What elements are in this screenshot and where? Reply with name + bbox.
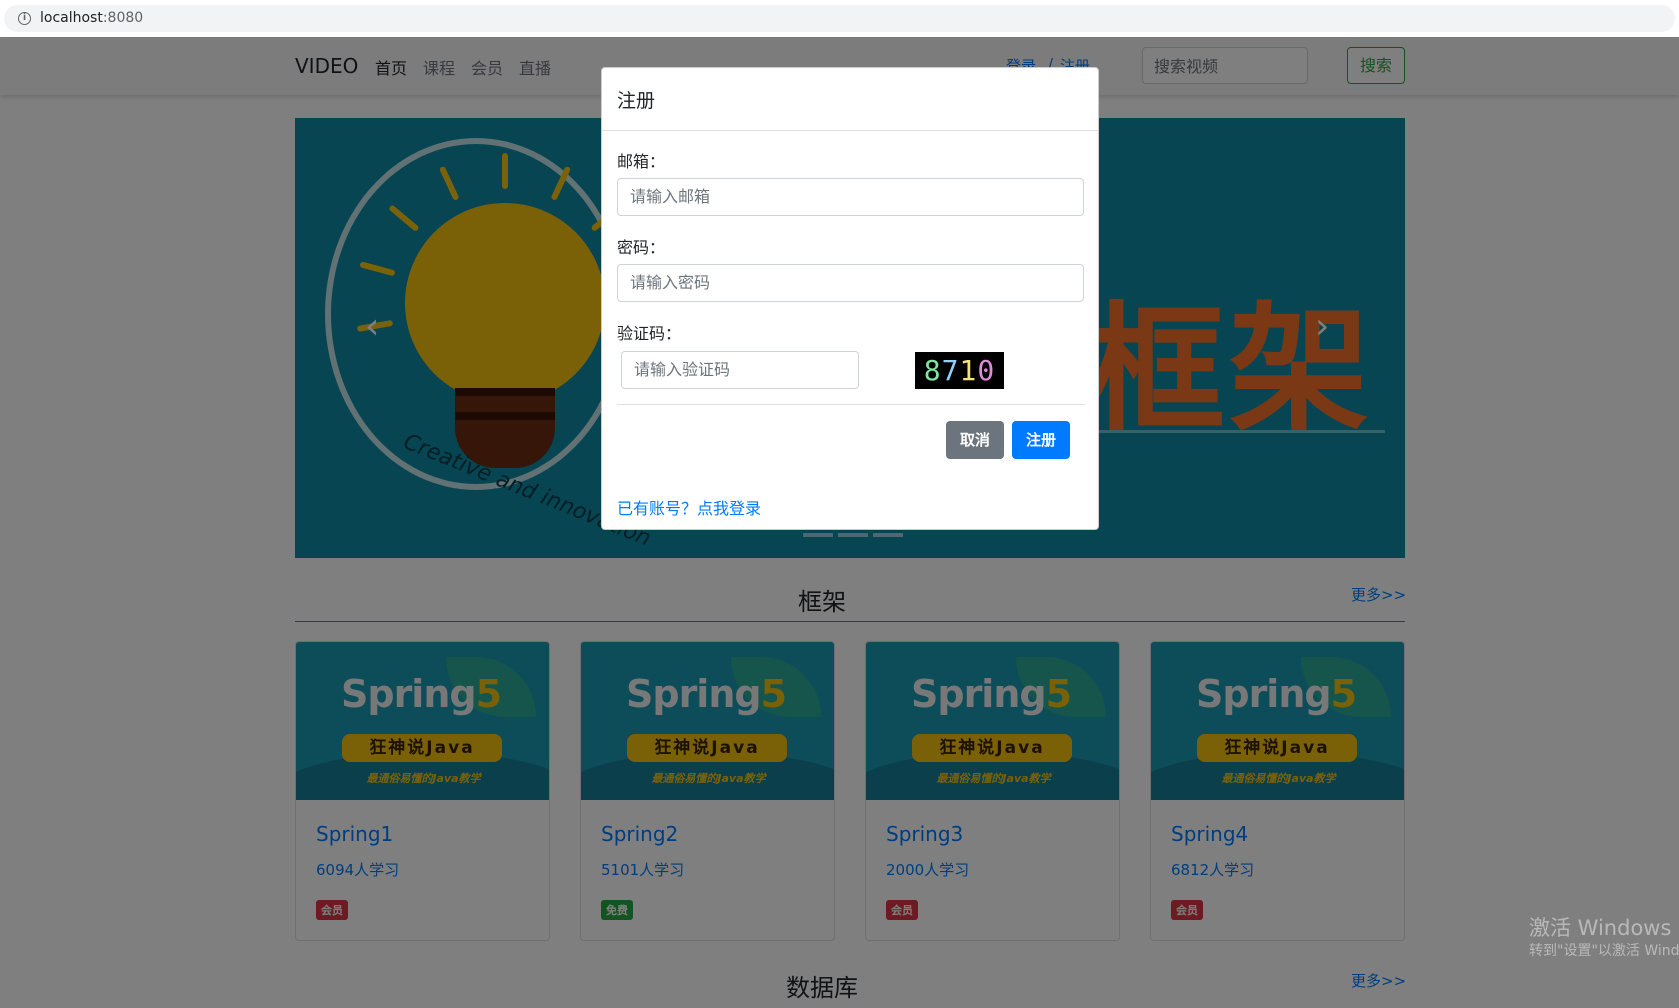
register-button[interactable]: 注册: [1012, 421, 1070, 459]
modal-header-divider: [602, 130, 1098, 131]
password-label: 密码：: [617, 238, 666, 257]
info-icon[interactable]: i: [18, 12, 31, 25]
url-field[interactable]: i localhost:8080: [4, 5, 1675, 32]
form-divider: [617, 404, 1085, 405]
captcha-label: 验证码：: [617, 324, 682, 343]
register-modal: 注册 邮箱： 请输入邮箱 密码： 请输入密码 验证码： 请输入验证码 8710 …: [601, 67, 1099, 530]
captcha-image[interactable]: 8710: [915, 352, 1004, 389]
email-label: 邮箱：: [617, 152, 666, 171]
windows-watermark: 激活 Windows: [1529, 916, 1672, 940]
modal-title: 注册: [617, 90, 656, 112]
email-field[interactable]: 请输入邮箱: [617, 178, 1084, 216]
cancel-button[interactable]: 取消: [946, 421, 1004, 459]
windows-watermark-sub: 转到"设置"以激活 Windows。: [1529, 943, 1679, 959]
browser-address-bar: i localhost:8080: [0, 0, 1679, 37]
captcha-field[interactable]: 请输入验证码: [621, 351, 859, 389]
login-link[interactable]: 已有账号？点我登录: [617, 495, 761, 519]
password-field[interactable]: 请输入密码: [617, 264, 1084, 302]
url-text: localhost:8080: [40, 10, 144, 26]
